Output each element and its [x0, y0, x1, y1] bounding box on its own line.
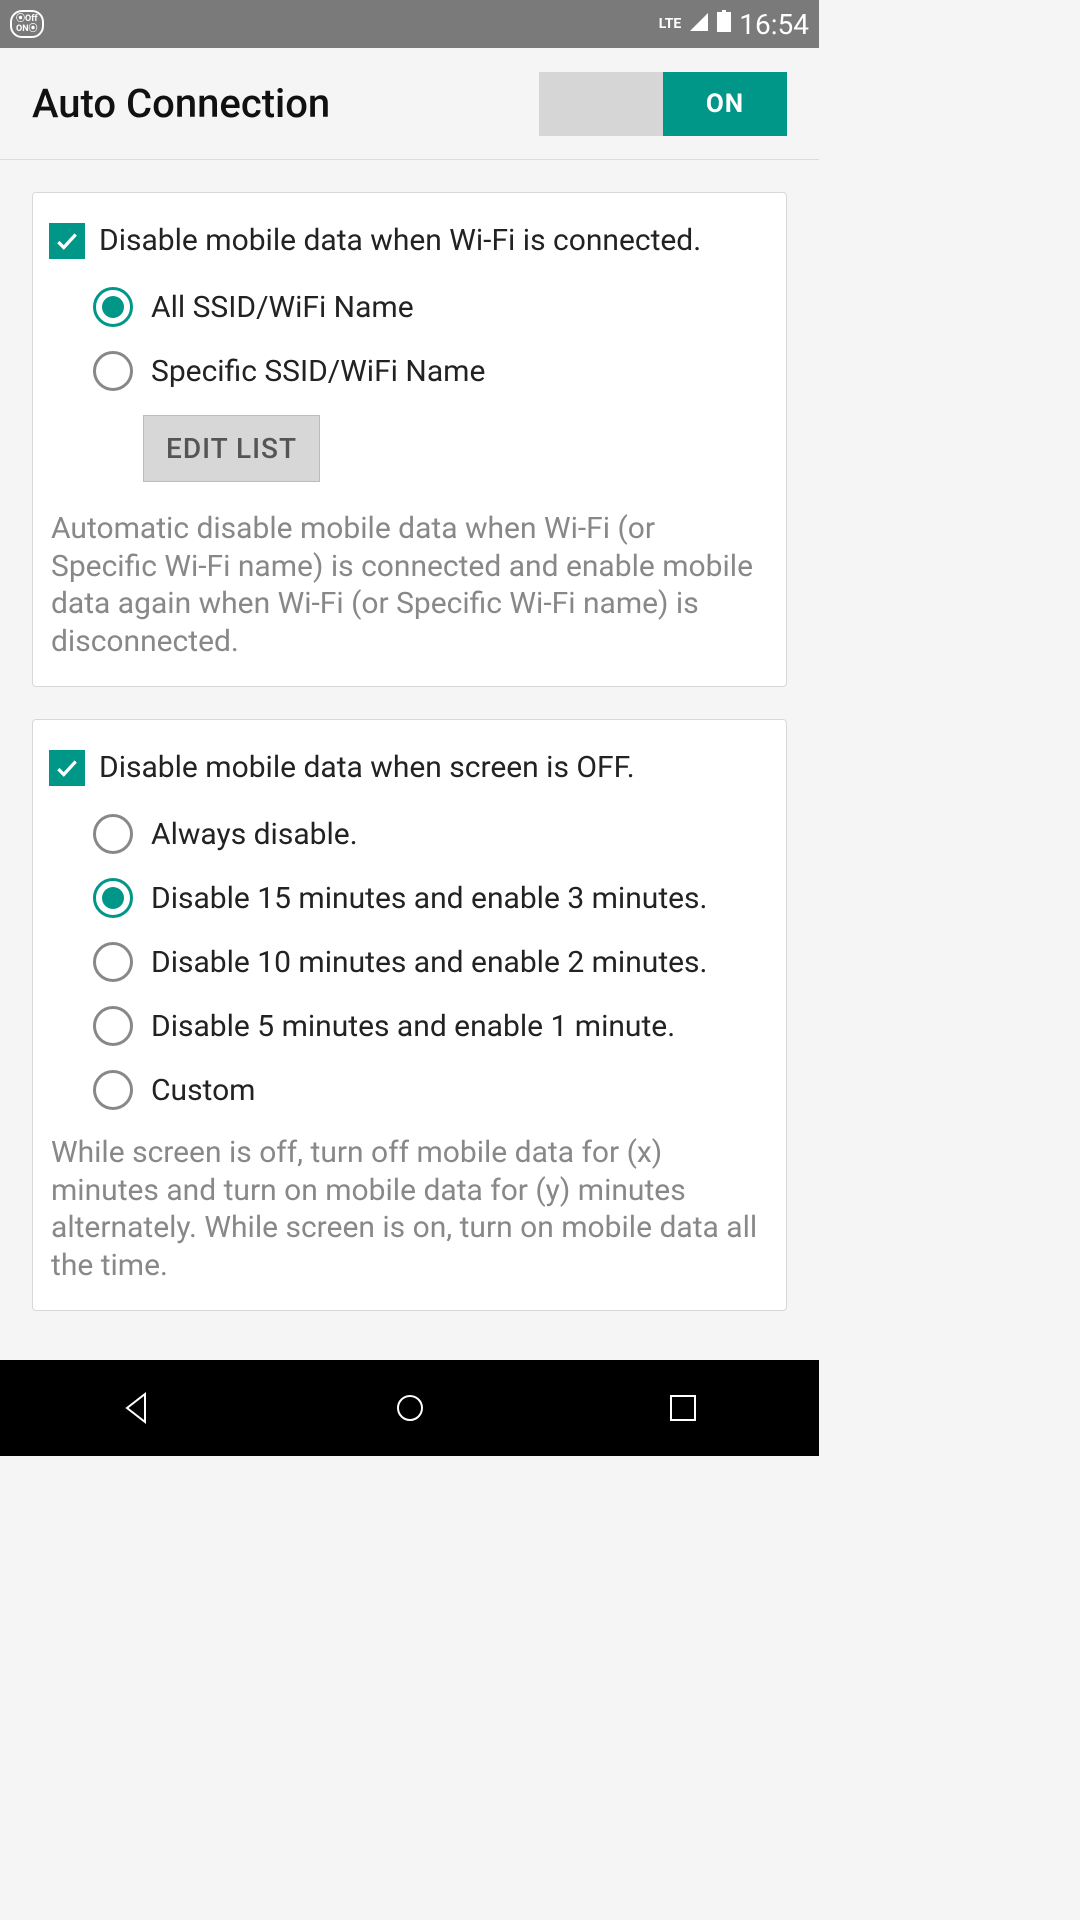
screen-off-card: Disable mobile data when screen is OFF. …	[32, 719, 787, 1311]
screen-off-radio-group: Always disable. Disable 15 minutes and e…	[49, 814, 770, 1110]
signal-icon	[689, 9, 709, 39]
lte-label: LTE	[659, 16, 682, 32]
wifi-card-description: Automatic disable mobile data when Wi-Fi…	[49, 510, 770, 660]
switch-on-label: ON	[663, 72, 787, 136]
auto-connection-switch[interactable]: ON	[539, 72, 787, 136]
radio-unselected-icon	[93, 351, 133, 391]
radio-specific-ssid-label: Specific SSID/WiFi Name	[151, 354, 485, 389]
nav-bar	[0, 1360, 819, 1456]
screen-off-card-description: While screen is off, turn off mobile dat…	[49, 1134, 770, 1284]
radio-5-1-label: Disable 5 minutes and enable 1 minute.	[151, 1009, 675, 1044]
radio-unselected-icon	[93, 814, 133, 854]
radio-5-1[interactable]: Disable 5 minutes and enable 1 minute.	[93, 1006, 770, 1046]
wifi-checkbox-label: Disable mobile data when Wi-Fi is connec…	[99, 223, 701, 259]
page-title: Auto Connection	[32, 80, 330, 127]
radio-10-2-label: Disable 10 minutes and enable 2 minutes.	[151, 945, 707, 980]
radio-all-ssid-label: All SSID/WiFi Name	[151, 290, 414, 325]
radio-all-ssid[interactable]: All SSID/WiFi Name	[93, 287, 770, 327]
disable-screen-off-checkbox-row[interactable]: Disable mobile data when screen is OFF.	[49, 750, 770, 786]
radio-15-3[interactable]: Disable 15 minutes and enable 3 minutes.	[93, 878, 770, 918]
radio-unselected-icon	[93, 1006, 133, 1046]
checkbox-checked-icon[interactable]	[49, 223, 85, 259]
status-left-icons: ⦿OffON⦿	[10, 10, 44, 38]
app-bar: Auto Connection ON	[0, 48, 819, 160]
content-area: Disable mobile data when Wi-Fi is connec…	[0, 160, 819, 1311]
data-toggle-widget-icon: ⦿OffON⦿	[10, 10, 44, 38]
radio-15-3-label: Disable 15 minutes and enable 3 minutes.	[151, 881, 707, 916]
screen-off-checkbox-label: Disable mobile data when screen is OFF.	[99, 750, 635, 786]
status-clock: 16:54	[739, 8, 809, 41]
edit-list-button[interactable]: EDIT LIST	[143, 415, 320, 482]
radio-custom-label: Custom	[151, 1073, 256, 1108]
ssid-radio-group: All SSID/WiFi Name Specific SSID/WiFi Na…	[49, 287, 770, 391]
radio-unselected-icon	[93, 942, 133, 982]
status-bar: ⦿OffON⦿ LTE 16:54	[0, 0, 819, 48]
radio-selected-icon	[93, 287, 133, 327]
radio-unselected-icon	[93, 1070, 133, 1110]
radio-specific-ssid[interactable]: Specific SSID/WiFi Name	[93, 351, 770, 391]
edit-list-row: EDIT LIST	[49, 415, 770, 482]
radio-always-label: Always disable.	[151, 817, 358, 852]
radio-always-disable[interactable]: Always disable.	[93, 814, 770, 854]
radio-custom[interactable]: Custom	[93, 1070, 770, 1110]
radio-10-2[interactable]: Disable 10 minutes and enable 2 minutes.	[93, 942, 770, 982]
home-button[interactable]	[390, 1388, 430, 1428]
checkbox-checked-icon[interactable]	[49, 750, 85, 786]
recent-apps-button[interactable]	[663, 1388, 703, 1428]
disable-wifi-checkbox-row[interactable]: Disable mobile data when Wi-Fi is connec…	[49, 223, 770, 259]
status-right-icons: LTE 16:54	[659, 8, 809, 41]
wifi-card: Disable mobile data when Wi-Fi is connec…	[32, 192, 787, 687]
back-button[interactable]	[117, 1388, 157, 1428]
radio-selected-icon	[93, 878, 133, 918]
battery-icon	[717, 9, 731, 39]
